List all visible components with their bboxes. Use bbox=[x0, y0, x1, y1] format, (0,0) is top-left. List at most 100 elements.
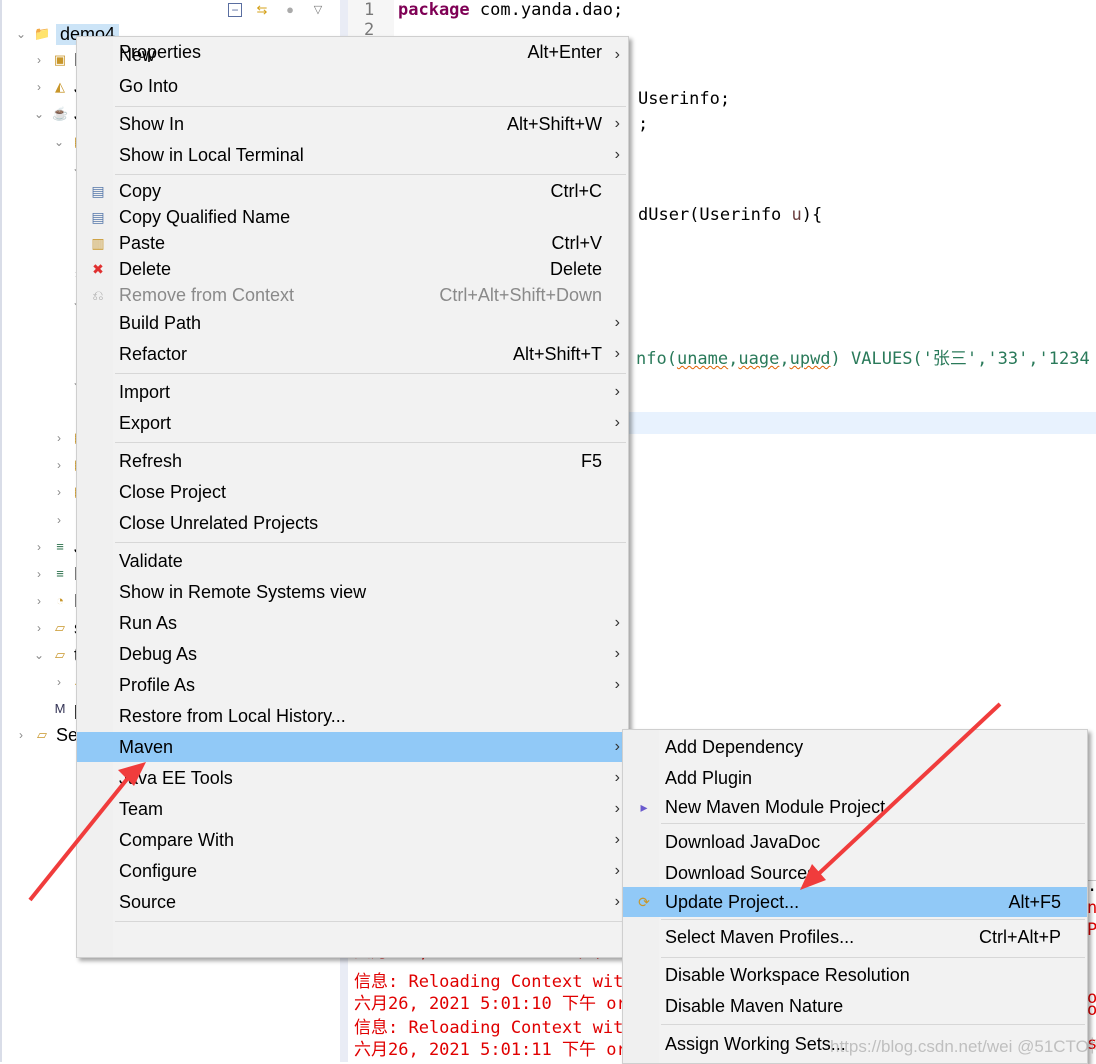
menu-item-import[interactable]: Import › bbox=[77, 377, 628, 407]
menu-item-show-in-remote-systems-view[interactable]: Show in Remote Systems view bbox=[77, 577, 628, 607]
menu-item-source[interactable]: Source › bbox=[77, 887, 628, 917]
shortcut-label: Ctrl+C bbox=[550, 180, 602, 201]
sql-col: upwd bbox=[789, 349, 831, 369]
chevron-right-icon[interactable]: › bbox=[32, 621, 46, 635]
copy-icon: ▤ bbox=[91, 183, 105, 199]
submenu-arrow-icon: › bbox=[614, 738, 620, 755]
menu-item-java-ee-tools[interactable]: Java EE Tools › bbox=[77, 763, 628, 793]
submenu-arrow-icon: › bbox=[614, 893, 620, 910]
chevron-down-icon[interactable]: ⌄ bbox=[14, 27, 28, 41]
menu-item-label: Debug As bbox=[119, 643, 198, 664]
menu-item-refactor[interactable]: Refactor Alt+Shift+T › bbox=[77, 339, 628, 369]
pom-file-icon: M bbox=[54, 701, 66, 716]
collapse-all-icon[interactable]: − bbox=[228, 3, 242, 17]
chevron-down-icon[interactable]: ⌄ bbox=[52, 135, 66, 149]
code-line-1: package com.yanda.dao; bbox=[398, 0, 623, 20]
chevron-right-icon[interactable]: › bbox=[32, 53, 46, 67]
menu-item-restore-from-local-history[interactable]: Restore from Local History... bbox=[77, 701, 628, 731]
shortcut-label: Ctrl+Alt+P bbox=[978, 926, 1061, 947]
chevron-right-icon[interactable]: › bbox=[32, 80, 46, 94]
console-fragment: o bbox=[1087, 1000, 1096, 1020]
chevron-right-icon[interactable]: › bbox=[52, 431, 66, 445]
menu-item-profile-as[interactable]: Profile As › bbox=[77, 670, 628, 700]
chevron-right-icon[interactable]: › bbox=[52, 458, 66, 472]
paste-icon: ▥ bbox=[91, 235, 105, 251]
watermark: https://blog.csdn.net/wei @51CTO博客 bbox=[830, 1037, 1096, 1056]
menu-item-label: Profile As bbox=[119, 674, 196, 695]
menu-item-export[interactable]: Export › bbox=[77, 408, 628, 438]
code-text: com.yanda.dao; bbox=[469, 0, 624, 20]
jax-ws-icon: ◭ bbox=[55, 79, 65, 94]
chevron-right-icon[interactable]: › bbox=[32, 594, 46, 608]
view-menu-icon[interactable]: ▽ bbox=[310, 2, 326, 18]
menu-item-label: Paste bbox=[119, 232, 166, 253]
menu-item-team[interactable]: Team › bbox=[77, 794, 628, 824]
menu-item-properties[interactable]: Properties Alt+Enter bbox=[77, 37, 628, 67]
shortcut-label: Delete bbox=[549, 258, 602, 279]
menu-item-label: Import bbox=[119, 381, 171, 402]
menu-item-run-as[interactable]: Run As › bbox=[77, 608, 628, 638]
menu-separator bbox=[115, 106, 626, 107]
deployed-resources-icon: ◔ bbox=[56, 593, 64, 608]
menu-item-debug-as[interactable]: Debug As › bbox=[77, 639, 628, 669]
menu-item-add-dependency[interactable]: Add Dependency bbox=[623, 732, 1087, 762]
menu-item-label: Refresh bbox=[119, 450, 183, 471]
menu-item-go-into[interactable]: Go Into bbox=[77, 71, 628, 101]
menu-item-refresh[interactable]: Refresh F5 bbox=[77, 446, 628, 476]
sql-rest: ) VALUES('张三','33','1234 bbox=[830, 349, 1090, 369]
chevron-right-icon[interactable]: › bbox=[52, 485, 66, 499]
filter-icon[interactable]: ● bbox=[282, 2, 298, 18]
menu-item-download-javadoc[interactable]: Download JavaDoc bbox=[623, 827, 1087, 857]
submenu-arrow-icon: › bbox=[614, 345, 620, 362]
menu-item-label: Delete bbox=[119, 258, 172, 279]
menu-item-show-in-local-terminal[interactable]: Show in Local Terminal › bbox=[77, 140, 628, 170]
console-fragment: . bbox=[1087, 876, 1096, 896]
submenu-arrow-icon: › bbox=[614, 383, 620, 400]
menu-item-disable-maven-nature[interactable]: Disable Maven Nature bbox=[623, 991, 1087, 1021]
menu-item-label: Show in Local Terminal bbox=[119, 144, 304, 165]
menu-item-maven[interactable]: Maven › bbox=[77, 732, 628, 762]
menu-item-close-project[interactable]: Close Project bbox=[77, 477, 628, 507]
menu-item-validate[interactable]: Validate bbox=[77, 546, 628, 576]
library-icon: ≡ bbox=[56, 539, 64, 554]
menu-item-build-path[interactable]: Build Path › bbox=[77, 308, 628, 338]
maven-project-icon: 📁 bbox=[34, 26, 51, 41]
chevron-right-icon[interactable]: › bbox=[52, 513, 66, 527]
menu-separator bbox=[115, 442, 626, 443]
menu-item-update-project[interactable]: ⟳ Update Project... Alt+F5 bbox=[623, 887, 1087, 917]
menu-item-configure[interactable]: Configure › bbox=[77, 856, 628, 886]
menu-item-select-maven-profiles[interactable]: Select Maven Profiles... Ctrl+Alt+P bbox=[623, 922, 1087, 952]
menu-item-label: Java EE Tools bbox=[119, 767, 233, 788]
chevron-down-icon[interactable]: ⌄ bbox=[32, 648, 46, 662]
code-fragment-method: dUser(Userinfo u){ bbox=[638, 205, 822, 225]
submenu-arrow-icon: › bbox=[614, 314, 620, 331]
update-project-icon: ⟳ bbox=[638, 894, 650, 910]
menu-item-close-unrelated-projects[interactable]: Close Unrelated Projects bbox=[77, 508, 628, 538]
chevron-down-icon[interactable]: ⌄ bbox=[32, 107, 46, 121]
chevron-right-icon[interactable]: › bbox=[52, 675, 66, 689]
menu-item-compare-with[interactable]: Compare With › bbox=[77, 825, 628, 855]
submenu-arrow-icon: › bbox=[614, 769, 620, 786]
maven-submenu: Add Dependency Add Plugin ▸ New Maven Modul… bbox=[622, 729, 1088, 1064]
chevron-right-icon[interactable]: › bbox=[14, 728, 28, 742]
menu-item-label: Show in Remote Systems view bbox=[119, 581, 367, 602]
menu-item-label: Remove from Context bbox=[119, 284, 295, 305]
menu-item-new-maven-module-project[interactable]: ▸ New Maven Module Project bbox=[623, 792, 1087, 822]
tree-item[interactable]: › ▱ Ser bbox=[14, 723, 84, 747]
submenu-arrow-icon: › bbox=[614, 645, 620, 662]
link-with-editor-icon[interactable]: ⇆ bbox=[254, 2, 270, 18]
tree-item[interactable]: ⌄▱t bbox=[32, 643, 79, 667]
menu-item-disable-workspace-resolution[interactable]: Disable Workspace Resolution bbox=[623, 960, 1087, 990]
explorer-toolbar: − ⇆ ● ▽ bbox=[228, 0, 326, 20]
console-fragment: P bbox=[1087, 920, 1096, 940]
folder-icon: ▱ bbox=[55, 647, 65, 662]
chevron-right-icon[interactable]: › bbox=[32, 540, 46, 554]
chevron-right-icon[interactable]: › bbox=[32, 567, 46, 581]
menu-item-download-sources[interactable]: Download Sources bbox=[623, 858, 1087, 888]
shortcut-label: Alt+Shift+W bbox=[506, 113, 602, 134]
menu-item-add-plugin[interactable]: Add Plugin bbox=[623, 763, 1087, 793]
menu-item-show-in[interactable]: Show In Alt+Shift+W › bbox=[77, 109, 628, 139]
menu-separator bbox=[115, 542, 626, 543]
menu-item-label: Refactor bbox=[119, 343, 188, 364]
shortcut-label: Ctrl+V bbox=[551, 232, 602, 253]
